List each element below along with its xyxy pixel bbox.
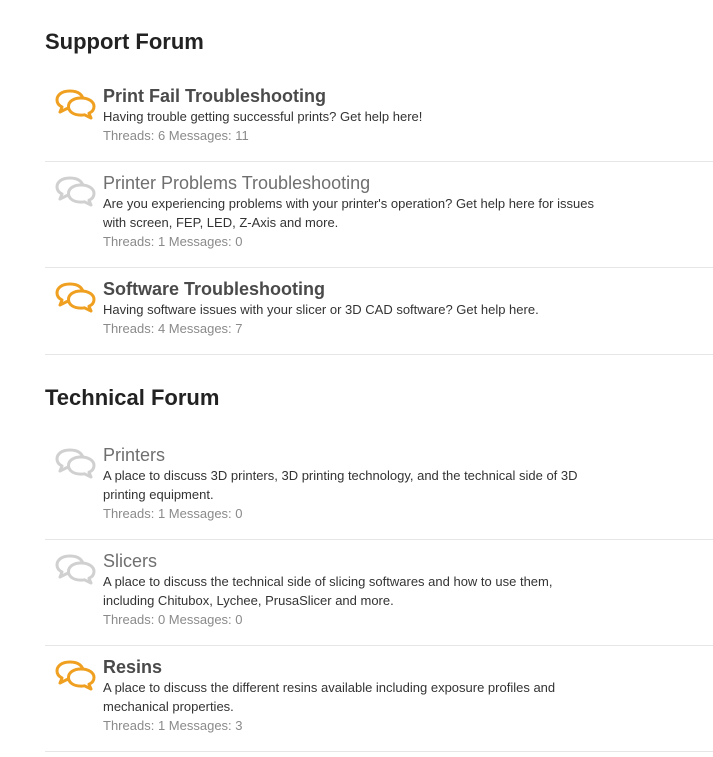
forum-title-link[interactable]: Printer Problems Troubleshooting bbox=[103, 172, 370, 194]
messages-count: 0 bbox=[235, 612, 243, 627]
threads-label: Threads: bbox=[103, 612, 155, 627]
threads-count: 0 bbox=[157, 612, 166, 627]
category-technical-forum: Technical Forum Printers A place to disc… bbox=[45, 385, 713, 752]
forum-stats: Threads: 1 Messages: 3 bbox=[103, 716, 713, 735]
chat-bubbles-icon bbox=[55, 282, 96, 313]
messages-label: Messages: bbox=[168, 321, 232, 336]
threads-count: 1 bbox=[157, 506, 166, 521]
forum-description: A place to discuss the technical side of… bbox=[103, 574, 553, 608]
forum-stats: Threads: 6 Messages: 11 bbox=[103, 126, 713, 145]
forum-description: Having software issues with your slicer … bbox=[103, 302, 539, 317]
forum-title-link[interactable]: Printers bbox=[103, 444, 165, 466]
forum-description: Having trouble getting successful prints… bbox=[103, 109, 423, 124]
forum-description: A place to discuss the different resins … bbox=[103, 680, 556, 714]
forum-row: Printer Problems Troubleshooting Are you… bbox=[45, 162, 713, 268]
threads-count: 1 bbox=[157, 234, 166, 249]
messages-label: Messages: bbox=[168, 612, 232, 627]
forum-row: Resins A place to discuss the different … bbox=[45, 646, 713, 752]
threads-count: 1 bbox=[157, 718, 166, 733]
forum-stats: Threads: 1 Messages: 0 bbox=[103, 232, 713, 251]
forum-title-link[interactable]: Resins bbox=[103, 656, 162, 678]
threads-label: Threads: bbox=[103, 718, 155, 733]
category-title[interactable]: Support Forum bbox=[45, 29, 713, 55]
messages-count: 11 bbox=[235, 128, 249, 143]
messages-label: Messages: bbox=[168, 128, 232, 143]
forum-description: Are you experiencing problems with your … bbox=[103, 196, 594, 230]
threads-label: Threads: bbox=[103, 128, 155, 143]
forum-stats: Threads: 1 Messages: 0 bbox=[103, 504, 713, 523]
forum-stats: Threads: 4 Messages: 7 bbox=[103, 319, 713, 338]
forum-row: Printers A place to discuss 3D printers,… bbox=[45, 434, 713, 540]
forum-row: Software Troubleshooting Having software… bbox=[45, 268, 713, 355]
category-title[interactable]: Technical Forum bbox=[45, 385, 713, 411]
chat-bubbles-icon bbox=[55, 448, 96, 479]
chat-bubbles-icon bbox=[55, 89, 96, 120]
messages-label: Messages: bbox=[168, 506, 232, 521]
forum-description: A place to discuss 3D printers, 3D print… bbox=[103, 468, 578, 502]
threads-count: 4 bbox=[157, 321, 166, 336]
category-support-forum: Support Forum Print Fail Troubleshooting… bbox=[45, 29, 713, 355]
messages-count: 7 bbox=[235, 321, 243, 336]
messages-label: Messages: bbox=[168, 234, 232, 249]
threads-label: Threads: bbox=[103, 234, 155, 249]
threads-label: Threads: bbox=[103, 321, 155, 336]
chat-bubbles-icon bbox=[55, 554, 96, 585]
messages-count: 0 bbox=[235, 234, 243, 249]
messages-count: 0 bbox=[235, 506, 243, 521]
messages-count: 3 bbox=[235, 718, 243, 733]
chat-bubbles-icon bbox=[55, 176, 96, 207]
forum-stats: Threads: 0 Messages: 0 bbox=[103, 610, 713, 629]
forum-row: Print Fail Troubleshooting Having troubl… bbox=[45, 75, 713, 162]
threads-count: 6 bbox=[157, 128, 166, 143]
forum-title-link[interactable]: Slicers bbox=[103, 550, 157, 572]
forum-title-link[interactable]: Software Troubleshooting bbox=[103, 278, 325, 300]
forum-title-link[interactable]: Print Fail Troubleshooting bbox=[103, 85, 326, 107]
threads-label: Threads: bbox=[103, 506, 155, 521]
messages-label: Messages: bbox=[168, 718, 232, 733]
chat-bubbles-icon bbox=[55, 660, 96, 691]
forum-row: Slicers A place to discuss the technical… bbox=[45, 540, 713, 646]
